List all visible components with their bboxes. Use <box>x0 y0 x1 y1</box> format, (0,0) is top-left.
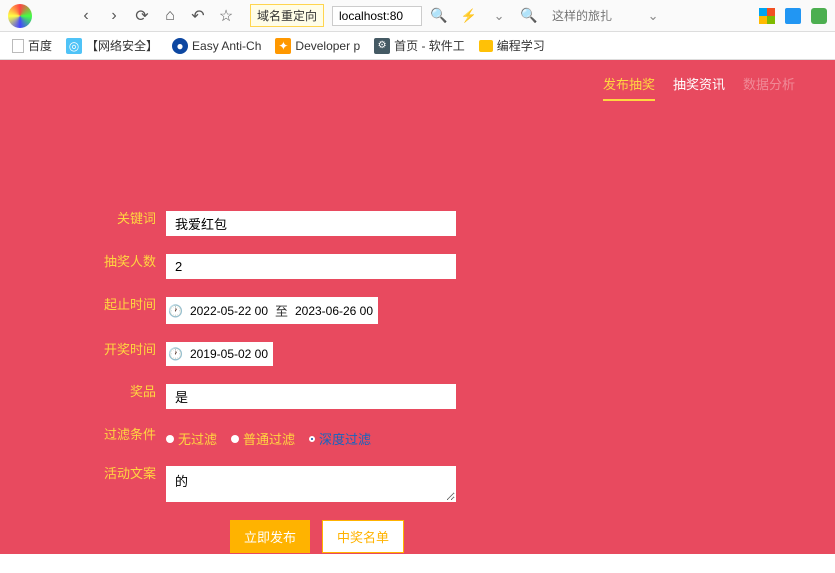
radio-dot-icon <box>309 436 315 442</box>
prize-input[interactable] <box>166 384 456 409</box>
tab-analytics[interactable]: 数据分析 <box>743 74 795 101</box>
radio-normalfilter[interactable]: 普通过滤 <box>231 429 295 448</box>
extension-blue-icon[interactable] <box>785 8 801 24</box>
extension-icons <box>759 8 827 24</box>
bookmark-programming[interactable]: 编程学习 <box>479 37 545 54</box>
bookmark-developer[interactable]: ✦ Developer p <box>275 38 360 54</box>
radio-deepfilter[interactable]: 深度过滤 <box>309 429 371 448</box>
page-content: 发布抽奖 抽奖资讯 数据分析 关键词 抽奖人数 起止时间 🕐 至 开奖时间 🕐 <box>0 60 835 554</box>
flash-icon[interactable]: ⚡ <box>459 6 479 26</box>
browser-toolbar: ‹ › ⟳ ⌂ ↶ ☆ 域名重定向 🔍 ⚡ ⌄ 🔍 ⌄ <box>0 0 835 32</box>
browser-logo <box>8 4 32 28</box>
radio-label: 无过滤 <box>178 429 217 448</box>
radio-dot-icon <box>166 435 174 443</box>
radio-label: 深度过滤 <box>319 429 371 448</box>
search-icon[interactable]: 🔍 <box>429 6 449 26</box>
globe-icon: ● <box>172 38 188 54</box>
dev-icon: ✦ <box>275 38 291 54</box>
tab-publish[interactable]: 发布抽奖 <box>603 74 655 101</box>
winners-button[interactable]: 中奖名单 <box>322 520 404 553</box>
bookmark-label: Easy Anti-Ch <box>192 39 261 53</box>
address-badge[interactable]: 域名重定向 <box>250 4 324 27</box>
bookmark-label: 首页 - 软件工 <box>394 37 465 54</box>
keyword-input[interactable] <box>166 211 456 236</box>
back-button[interactable]: ‹ <box>74 4 98 28</box>
bookmark-security[interactable]: ◎ 【网络安全】 <box>66 37 158 54</box>
chevron-down-icon[interactable]: ⌄ <box>489 6 509 26</box>
security-icon: ◎ <box>66 38 82 54</box>
bookmark-label: 百度 <box>28 37 52 54</box>
search-icon-2[interactable]: 🔍 <box>519 6 539 26</box>
filter-radio-group: 无过滤 普通过滤 深度过滤 <box>166 427 371 448</box>
bookmark-baidu[interactable]: 百度 <box>12 37 52 54</box>
address-input[interactable] <box>332 6 422 26</box>
clock-icon: 🕐 <box>166 304 185 318</box>
reveal-wrap: 🕐 <box>166 342 273 366</box>
undo-button[interactable]: ↶ <box>186 4 210 28</box>
date-separator: 至 <box>273 297 290 324</box>
row-prize: 奖品 <box>100 384 735 409</box>
forward-button[interactable]: › <box>102 4 126 28</box>
radio-dot-icon <box>231 435 239 443</box>
tab-info[interactable]: 抽奖资讯 <box>673 74 725 101</box>
search-input[interactable] <box>546 7 636 25</box>
date-from-input[interactable] <box>185 299 273 323</box>
row-reveal: 开奖时间 🕐 <box>100 342 735 366</box>
folder-icon <box>479 40 493 52</box>
home-button[interactable]: ⌂ <box>158 4 182 28</box>
button-row: 立即发布 中奖名单 <box>100 520 735 553</box>
label-keyword: 关键词 <box>100 211 156 228</box>
bookmark-easyanticheat[interactable]: ● Easy Anti-Ch <box>172 38 261 54</box>
radio-label: 普通过滤 <box>243 429 295 448</box>
count-input[interactable] <box>166 254 456 279</box>
row-filter: 过滤条件 无过滤 普通过滤 深度过滤 <box>100 427 735 448</box>
reload-button[interactable]: ⟳ <box>130 4 154 28</box>
bookmark-label: Developer p <box>295 39 360 53</box>
evernote-icon[interactable] <box>811 8 827 24</box>
bookmarks-bar: 百度 ◎ 【网络安全】 ● Easy Anti-Ch ✦ Developer p… <box>0 32 835 60</box>
label-copy: 活动文案 <box>100 466 156 483</box>
bookmark-home[interactable]: ⚙ 首页 - 软件工 <box>374 37 465 54</box>
microsoft-icon[interactable] <box>759 8 775 24</box>
label-reveal: 开奖时间 <box>100 342 156 359</box>
search-dropdown-icon[interactable]: ⌄ <box>643 6 663 26</box>
favorite-button[interactable]: ☆ <box>214 4 238 28</box>
publish-button[interactable]: 立即发布 <box>230 520 310 553</box>
copy-textarea[interactable] <box>166 466 456 502</box>
label-prize: 奖品 <box>100 384 156 401</box>
reveal-input[interactable] <box>185 342 273 366</box>
date-to-input[interactable] <box>290 299 378 323</box>
row-copy: 活动文案 <box>100 466 735 502</box>
row-date-range: 起止时间 🕐 至 <box>100 297 735 324</box>
label-filter: 过滤条件 <box>100 427 156 444</box>
row-count: 抽奖人数 <box>100 254 735 279</box>
page-icon <box>12 39 24 53</box>
row-keyword: 关键词 <box>100 211 735 236</box>
label-count: 抽奖人数 <box>100 254 156 271</box>
bookmark-label: 编程学习 <box>497 37 545 54</box>
tool-icon: ⚙ <box>374 38 390 54</box>
label-range: 起止时间 <box>100 297 156 314</box>
date-range-wrap: 🕐 至 <box>166 297 378 324</box>
bookmark-label: 【网络安全】 <box>86 37 158 54</box>
radio-nofilter[interactable]: 无过滤 <box>166 429 217 448</box>
clock-icon: 🕐 <box>166 347 185 361</box>
lottery-form: 关键词 抽奖人数 起止时间 🕐 至 开奖时间 🕐 奖品 <box>40 111 795 573</box>
top-nav: 发布抽奖 抽奖资讯 数据分析 <box>40 60 795 111</box>
